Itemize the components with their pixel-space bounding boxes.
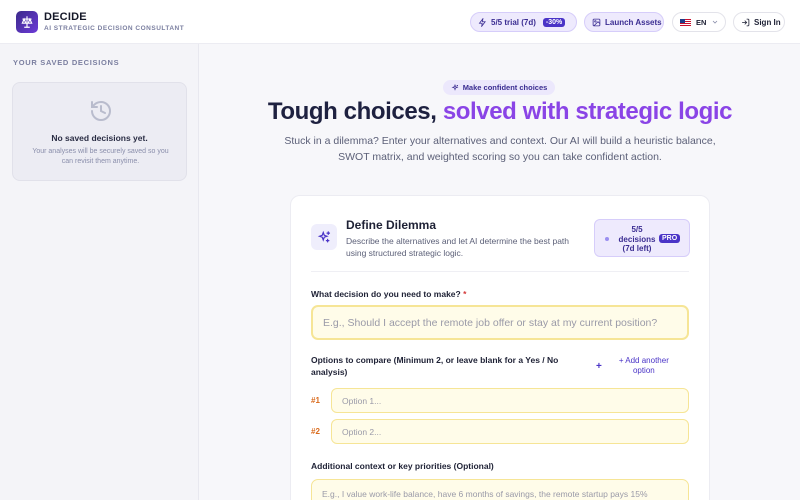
plus-icon: + (596, 360, 602, 372)
pill-label: Make confident choices (462, 83, 548, 92)
trial-label: 5/5 trial (7d) (491, 17, 536, 27)
decision-input[interactable] (311, 305, 689, 340)
context-textarea[interactable] (311, 479, 689, 500)
confidence-pill: Make confident choices (443, 80, 555, 95)
card-divider (311, 271, 689, 272)
hero-title: Tough choices, solved with strategic log… (250, 97, 750, 127)
card-description: Describe the alternatives and let AI det… (346, 236, 570, 258)
add-option-label: + Add another option (618, 356, 669, 375)
saved-decisions-sidebar: YOUR SAVED DECISIONS No saved decisions … (0, 44, 199, 500)
add-option-button[interactable]: + + Add another option (596, 356, 672, 376)
empty-state-description: Your analyses will be securely saved so … (32, 148, 169, 165)
language-code: EN (696, 17, 707, 27)
sign-in-button[interactable]: Sign In (733, 12, 785, 32)
history-icon (91, 100, 111, 121)
us-flag-icon (680, 18, 691, 26)
image-icon (592, 18, 601, 26)
sparkles-icon (451, 83, 459, 91)
top-header: DECIDE AI STRATEGIC DECISION CONSULTANT … (0, 0, 800, 44)
pro-badge: PRO (659, 234, 681, 243)
decision-label: What decision do you need to make? * (311, 288, 466, 300)
zap-icon (478, 17, 486, 27)
language-selector[interactable]: EN (672, 12, 726, 32)
launch-assets-button[interactable]: Launch Assets (584, 12, 664, 32)
chevron-down-icon (713, 20, 718, 24)
options-label: Options to compare (Minimum 2, or leave … (311, 355, 559, 377)
trial-button[interactable]: 5/5 trial (7d) -30% (470, 12, 577, 32)
status-dot (605, 237, 609, 241)
option-number: #1 (311, 396, 320, 405)
decision-label-text: What decision do you need to make? (311, 289, 461, 299)
brand-tagline: AI STRATEGIC DECISION CONSULTANT (44, 25, 185, 32)
brand-name: DECIDE (44, 11, 87, 23)
define-dilemma-card: Define Dilemma Describe the alternatives… (290, 195, 710, 500)
empty-state-title: No saved decisions yet. (51, 133, 148, 143)
empty-state-card: No saved decisions yet. Your analyses wi… (12, 82, 187, 181)
option-number: #2 (311, 427, 320, 436)
launch-assets-label: Launch Assets (605, 17, 662, 27)
required-mark: * (463, 289, 467, 299)
card-title: Define Dilemma (346, 218, 437, 232)
hero-subtitle: Stuck in a dilemma? Enter your alternati… (284, 135, 716, 163)
quota-badge: 5/5 decisions (7d left) PRO (594, 219, 690, 257)
option-2-input[interactable] (331, 419, 689, 444)
discount-badge: -30% (542, 17, 566, 27)
hero-title-part2: solved with strategic logic (442, 98, 733, 125)
sidebar-title: YOUR SAVED DECISIONS (13, 58, 120, 67)
hero-title-part1: Tough choices, (267, 98, 437, 125)
magic-sparkles-icon (311, 224, 337, 250)
sign-in-label: Sign In (754, 17, 781, 27)
option-1-input[interactable] (331, 388, 689, 413)
logo-icon[interactable] (16, 11, 38, 33)
context-label: Additional context or key priorities (Op… (311, 461, 494, 471)
log-in-icon (742, 18, 750, 26)
quota-label: 5/5 decisions (7d left) (618, 225, 656, 253)
